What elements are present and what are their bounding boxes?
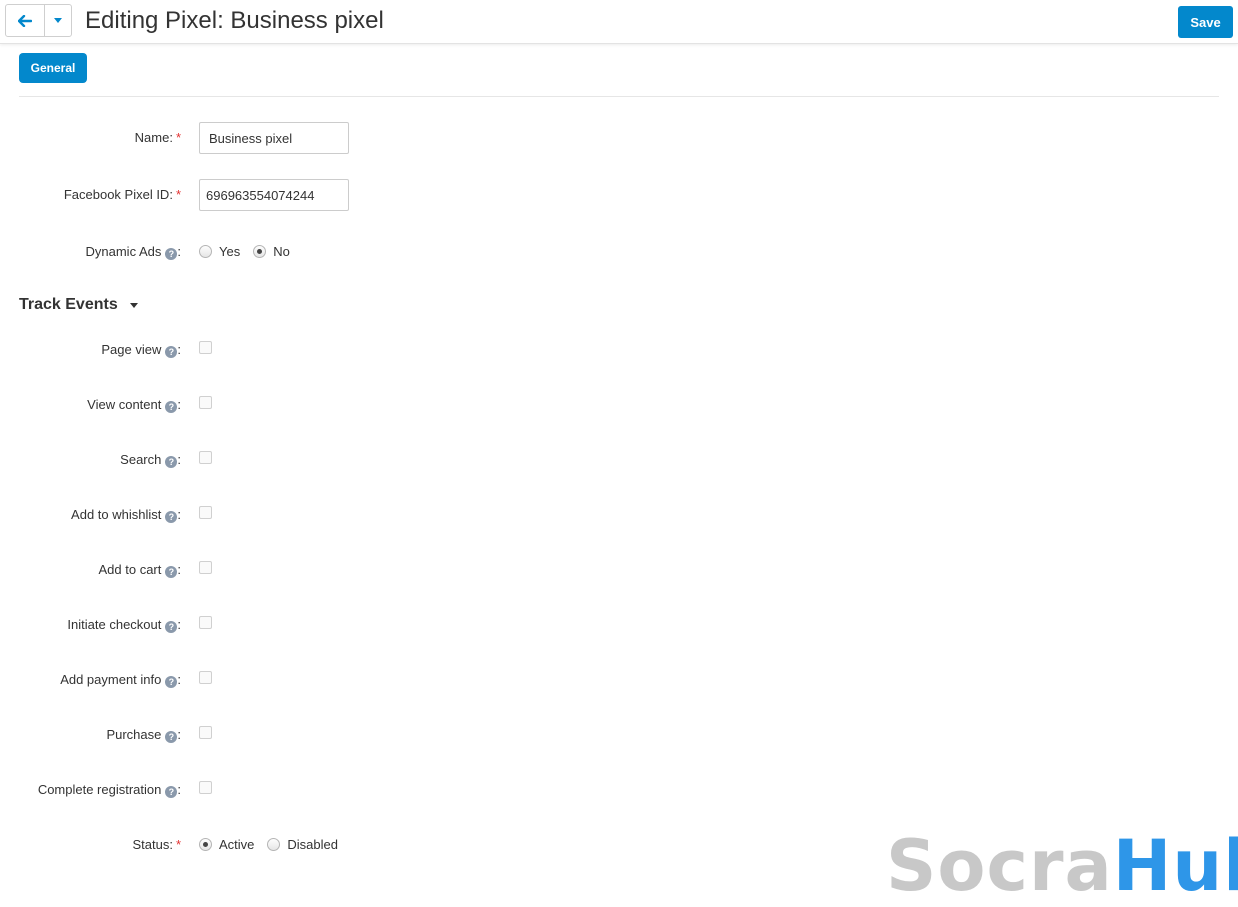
required-marker: * [175,130,181,145]
tab-general[interactable]: General [19,53,87,83]
watermark-part-1: Socra [886,825,1113,907]
help-icon[interactable]: ? [165,346,178,358]
help-icon[interactable]: ? [165,786,178,798]
complete-registration-label: Complete registration?: [0,782,181,798]
help-icon[interactable]: ? [165,248,178,260]
page-view-checkbox[interactable] [199,341,212,354]
event-label-text: View content [87,397,162,412]
dynamic-ads-no-radio[interactable] [253,245,267,258]
help-icon[interactable]: ? [165,511,178,523]
label-colon: : [177,244,181,259]
search-label: Search?: [0,452,181,468]
complete-registration-checkbox[interactable] [199,781,212,794]
help-icon[interactable]: ? [165,621,178,633]
dynamic-ads-yes-radio[interactable] [199,245,212,258]
radio-label-active: Active [219,837,255,852]
save-button[interactable]: Save [1178,6,1233,38]
required-marker: * [175,187,181,202]
event-label-text: Initiate checkout [67,617,162,632]
label-colon: : [177,672,181,687]
caret-down-icon [129,302,138,308]
track-events-title: Track Events [19,296,118,313]
add-payment-info-checkbox[interactable] [199,671,212,684]
add-payment-info-label: Add payment info?: [0,672,181,688]
watermark-logo: SocraHub [886,826,1238,906]
page-view-label: Page view?: [0,342,181,358]
initiate-checkout-checkbox[interactable] [199,616,212,629]
caret-down-icon [54,18,63,23]
pixel-id-input[interactable] [199,179,349,211]
label-colon: : [177,782,181,797]
dynamic-ads-radio-group: Yes No [199,244,303,259]
page-title: Editing Pixel: Business pixel [85,7,384,34]
initiate-checkout-label: Initiate checkout?: [0,617,181,633]
dynamic-ads-label: Dynamic Ads?: [0,244,181,260]
label-colon: : [177,727,181,742]
status-label: Status: * [0,837,181,853]
pixel-id-label-text: Facebook Pixel ID: [63,187,173,202]
event-label-text: Add payment info [60,672,162,687]
label-colon: : [177,452,181,467]
navigation-dropdown-button[interactable] [45,5,71,36]
tab-divider [19,96,1219,97]
status-active-radio[interactable] [199,838,212,851]
help-icon[interactable]: ? [165,676,178,688]
page-header: Editing Pixel: Business pixel Save [0,0,1238,44]
arrow-left-icon [18,14,33,27]
track-events-section-toggle[interactable]: Track Events [19,296,138,314]
required-marker: * [175,837,181,852]
label-colon: : [177,342,181,357]
status-disabled-radio[interactable] [267,838,281,851]
status-radio-group: Active Disabled [199,837,351,852]
event-label-text: Search [120,452,162,467]
label-colon: : [177,562,181,577]
view-content-checkbox[interactable] [199,396,212,409]
name-input[interactable] [199,122,349,154]
event-label-text: Page view [101,342,162,357]
add-to-cart-label: Add to cart?: [0,562,181,578]
radio-selected-dot [203,842,208,847]
help-icon[interactable]: ? [165,731,178,743]
radio-selected-dot [257,249,263,254]
watermark-part-2: Hub [1112,825,1238,907]
pixel-id-label: Facebook Pixel ID: * [0,187,181,203]
event-label-text: Add to whishlist [71,507,162,522]
add-to-wishlist-label: Add to whishlist?: [0,507,181,523]
status-label-text: Status: [132,837,173,852]
search-checkbox[interactable] [199,451,212,464]
dynamic-ads-label-text: Dynamic Ads [85,244,162,259]
purchase-label: Purchase?: [0,727,181,743]
purchase-checkbox[interactable] [199,726,212,739]
event-label-text: Add to cart [98,562,162,577]
help-icon[interactable]: ? [165,566,178,578]
back-button[interactable] [6,5,46,36]
event-label-text: Complete registration [37,782,162,797]
radio-label-disabled: Disabled [287,837,338,852]
add-to-wishlist-checkbox[interactable] [199,506,212,519]
label-colon: : [177,507,181,522]
help-icon[interactable]: ? [165,456,178,468]
view-content-label: View content?: [0,397,181,413]
help-icon[interactable]: ? [165,401,178,413]
navigation-button-group [5,4,72,37]
radio-label-yes: Yes [219,244,241,259]
event-label-text: Purchase [106,727,162,742]
name-label-text: Name: [134,130,173,145]
label-colon: : [177,397,181,412]
radio-label-no: No [273,244,290,259]
add-to-cart-checkbox[interactable] [199,561,212,574]
name-label: Name: * [0,130,181,146]
label-colon: : [177,617,181,632]
